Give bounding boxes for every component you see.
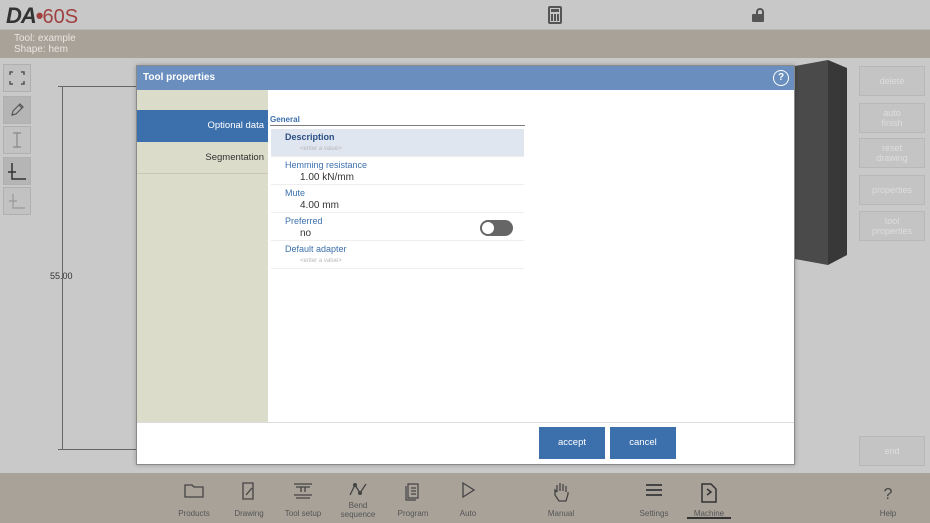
settings-icon (624, 481, 684, 509)
preferred-value: no (300, 228, 312, 239)
accept-button[interactable]: accept (539, 427, 605, 459)
nav-manual-label: Manual (547, 509, 575, 518)
app-logo: DA•60S (6, 3, 79, 28)
nav-program-label: Program (397, 509, 429, 518)
preferred-toggle[interactable] (480, 220, 513, 236)
nav-settings[interactable]: Settings (624, 473, 684, 523)
tool-properties-dialog: Tool properties ? Optional data Segmenta… (136, 65, 795, 465)
end-button[interactable]: end (859, 436, 925, 466)
description-placeholder: <enter a value> (300, 146, 342, 152)
delete-label: delete (879, 76, 905, 86)
hemming-resistance-value: 1.00 kN/mm (300, 172, 354, 183)
info-bar: Tool: example Shape: hem (0, 30, 930, 58)
offset-dim-icon (9, 194, 25, 209)
pencil-icon (11, 103, 24, 116)
nav-settings-label: Settings (639, 509, 669, 518)
description-field[interactable]: Description <enter a value> (271, 129, 524, 157)
bottom-nav: Products Drawing Tool setup Bend sequenc… (0, 473, 930, 523)
shape-name-text: Shape: hem (14, 44, 68, 55)
zoom-fit-button[interactable] (3, 64, 31, 92)
properties-label: properties (871, 185, 913, 195)
description-label: Description (285, 132, 335, 142)
program-icon (383, 481, 443, 509)
offset-dimension-button[interactable] (3, 187, 31, 215)
play-icon (438, 481, 498, 509)
tool-setup-icon (273, 481, 333, 509)
default-adapter-placeholder: <enter a value> (300, 258, 342, 264)
mute-label: Mute (285, 188, 306, 198)
nav-drawing-label: Drawing (234, 509, 264, 518)
hemming-resistance-label: Hemming resistance (285, 160, 368, 170)
end-label: end (884, 446, 900, 456)
unlock-icon[interactable] (752, 8, 766, 22)
tool-3d-preview (795, 60, 847, 265)
frame-icon (9, 71, 25, 85)
section-title-general: General (270, 115, 525, 126)
dimension-label: 55.00 (50, 271, 73, 281)
tool-name-text: Tool: example (14, 33, 76, 44)
nav-tool-setup-label: Tool setup (284, 509, 322, 518)
nav-tool-setup[interactable]: Tool setup (273, 473, 333, 523)
dialog-footer: accept cancel (137, 422, 794, 464)
mute-field[interactable]: Mute 4.00 mm (271, 185, 524, 213)
logo-model: 60S (42, 6, 79, 28)
angle-dim-icon (8, 163, 26, 180)
folder-icon (164, 481, 224, 509)
reset-drawing-button[interactable]: reset drawing (859, 138, 925, 168)
bend-sequence-icon (328, 479, 388, 501)
cancel-button[interactable]: cancel (610, 427, 676, 459)
preferred-field: Preferred no (271, 213, 524, 241)
nav-manual[interactable]: Manual (531, 473, 591, 523)
hand-icon (531, 481, 591, 509)
nav-bend-sequence[interactable]: Bend sequence (328, 473, 388, 523)
tab-optional-data[interactable]: Optional data (137, 110, 268, 142)
dialog-header: Tool properties ? (137, 66, 794, 90)
nav-drawing[interactable]: Drawing (219, 473, 279, 523)
default-adapter-label: Default adapter (285, 244, 347, 254)
question-icon: ? (883, 486, 893, 503)
dimension-tick-top (58, 86, 138, 87)
dialog-content: General Description <enter a value> Hemm… (270, 90, 794, 422)
vertical-dim-icon (13, 132, 21, 148)
dimension-line (62, 86, 63, 450)
properties-button[interactable]: properties (859, 175, 925, 205)
hemming-resistance-field[interactable]: Hemming resistance 1.00 kN/mm (271, 157, 524, 185)
nav-products[interactable]: Products (164, 473, 224, 523)
nav-help-label: Help (879, 509, 897, 518)
pencil-tool-button[interactable] (3, 96, 31, 124)
auto-finish-label: auto finish (881, 108, 903, 128)
preferred-label: Preferred (285, 216, 323, 226)
mute-value: 4.00 mm (300, 200, 339, 211)
dimension-tick-bottom (58, 449, 138, 450)
nav-machine[interactable]: Machine (679, 473, 739, 523)
machine-icon (679, 481, 739, 509)
nav-machine-label: Machine (693, 509, 725, 518)
nav-auto[interactable]: Auto (438, 473, 498, 523)
toggle-knob (482, 222, 494, 234)
delete-button[interactable]: delete (859, 66, 925, 96)
nav-help[interactable]: ? Help (858, 473, 918, 523)
vertical-dimension-button[interactable] (3, 126, 31, 154)
logo-brand: DA (6, 3, 37, 28)
tool-properties-button[interactable]: tool properties (859, 211, 925, 241)
nav-program[interactable]: Program (383, 473, 443, 523)
tool-properties-label: tool properties (871, 216, 913, 236)
nav-products-label: Products (178, 509, 210, 518)
top-bar: DA•60S (0, 0, 930, 30)
tab-segmentation[interactable]: Segmentation (137, 142, 268, 174)
dialog-tab-list: Optional data Segmentation (137, 90, 268, 422)
dialog-title: Tool properties (143, 72, 216, 83)
calculator-icon[interactable] (548, 6, 562, 24)
nav-bend-sequence-label: Bend sequence (340, 501, 376, 519)
default-adapter-field[interactable]: Default adapter <enter a value> (271, 241, 524, 269)
auto-finish-button[interactable]: auto finish (859, 103, 925, 133)
reset-drawing-label: reset drawing (876, 143, 908, 163)
angle-dimension-button[interactable] (3, 157, 31, 185)
nav-auto-label: Auto (459, 509, 477, 518)
drawing-icon (219, 481, 279, 509)
help-icon[interactable]: ? (773, 70, 789, 86)
